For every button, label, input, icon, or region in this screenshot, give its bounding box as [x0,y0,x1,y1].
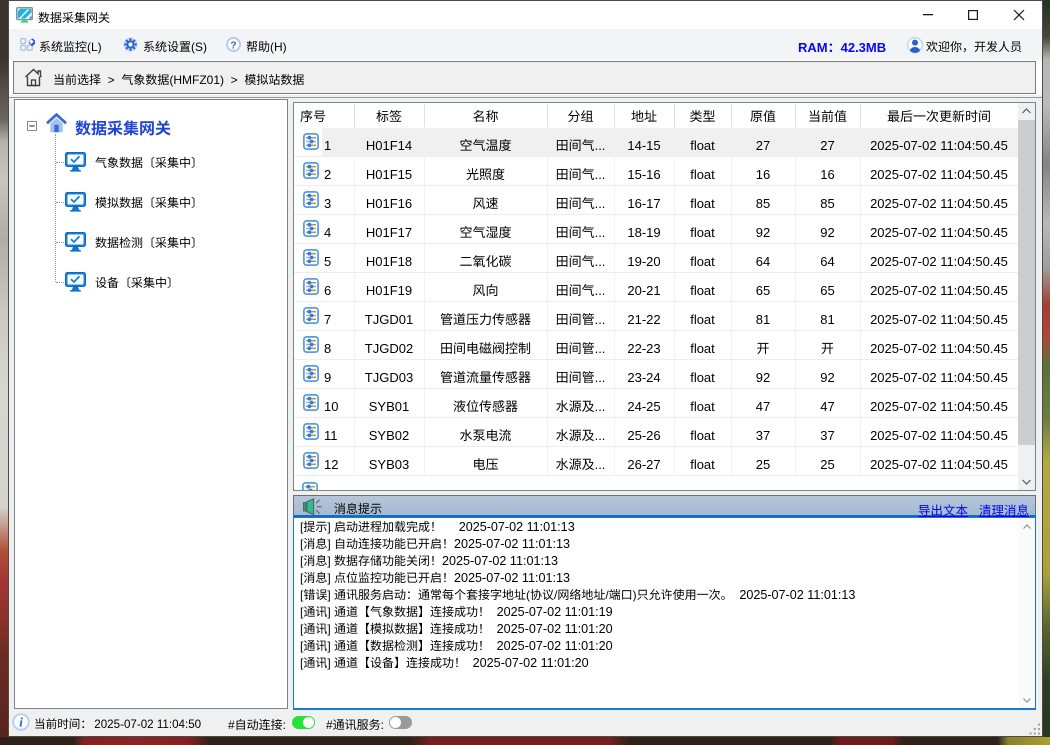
svg-text:?: ? [230,39,236,51]
svg-text:i: i [19,715,23,730]
